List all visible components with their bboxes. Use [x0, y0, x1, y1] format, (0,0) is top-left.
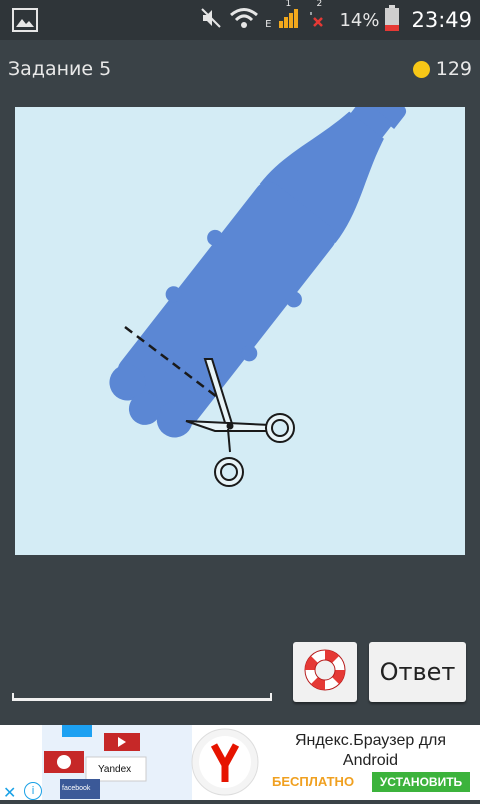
task-title: Задание 5 — [8, 58, 112, 80]
ad-illustration: Yandex facebook — [42, 725, 192, 800]
wifi-icon — [229, 6, 259, 34]
puzzle-image — [15, 83, 465, 555]
install-button[interactable]: УСТАНОВИТЬ — [372, 772, 470, 792]
battery-icon — [385, 5, 400, 35]
yandex-browser-logo — [190, 727, 260, 797]
gallery-icon — [12, 8, 38, 36]
sim1-label: 1 — [285, 0, 292, 9]
answer-input-line[interactable] — [12, 693, 272, 701]
close-icon[interactable]: ✕ — [3, 783, 16, 802]
ad-free-label: БЕСПЛАТНО — [272, 774, 355, 789]
network-type: E — [265, 19, 272, 30]
answer-button[interactable]: Ответ — [369, 642, 466, 702]
hint-button[interactable] — [293, 642, 357, 702]
coin-count: 129 — [435, 58, 472, 80]
mute-icon — [199, 6, 223, 34]
signal-icon-2: 2 — [307, 0, 329, 34]
info-icon[interactable]: i — [24, 782, 42, 800]
lifebuoy-icon — [301, 646, 349, 698]
sim2-label: 2 — [316, 0, 323, 9]
coin-counter: 129 — [412, 58, 472, 80]
ad-art-yandex: Yandex — [98, 764, 132, 775]
bottle-icon — [109, 83, 407, 438]
coin-icon — [412, 60, 430, 78]
ad-art-facebook: facebook — [62, 785, 91, 792]
header: Задание 5 129 — [0, 52, 480, 88]
ad-title: Яндекс.Браузер для Android — [294, 732, 447, 769]
signal-icon: 1 — [277, 0, 301, 34]
status-bar: E 1 2 14% 23:49 — [0, 0, 480, 40]
battery-percent: 14% — [339, 9, 380, 31]
clock: 23:49 — [411, 8, 472, 32]
